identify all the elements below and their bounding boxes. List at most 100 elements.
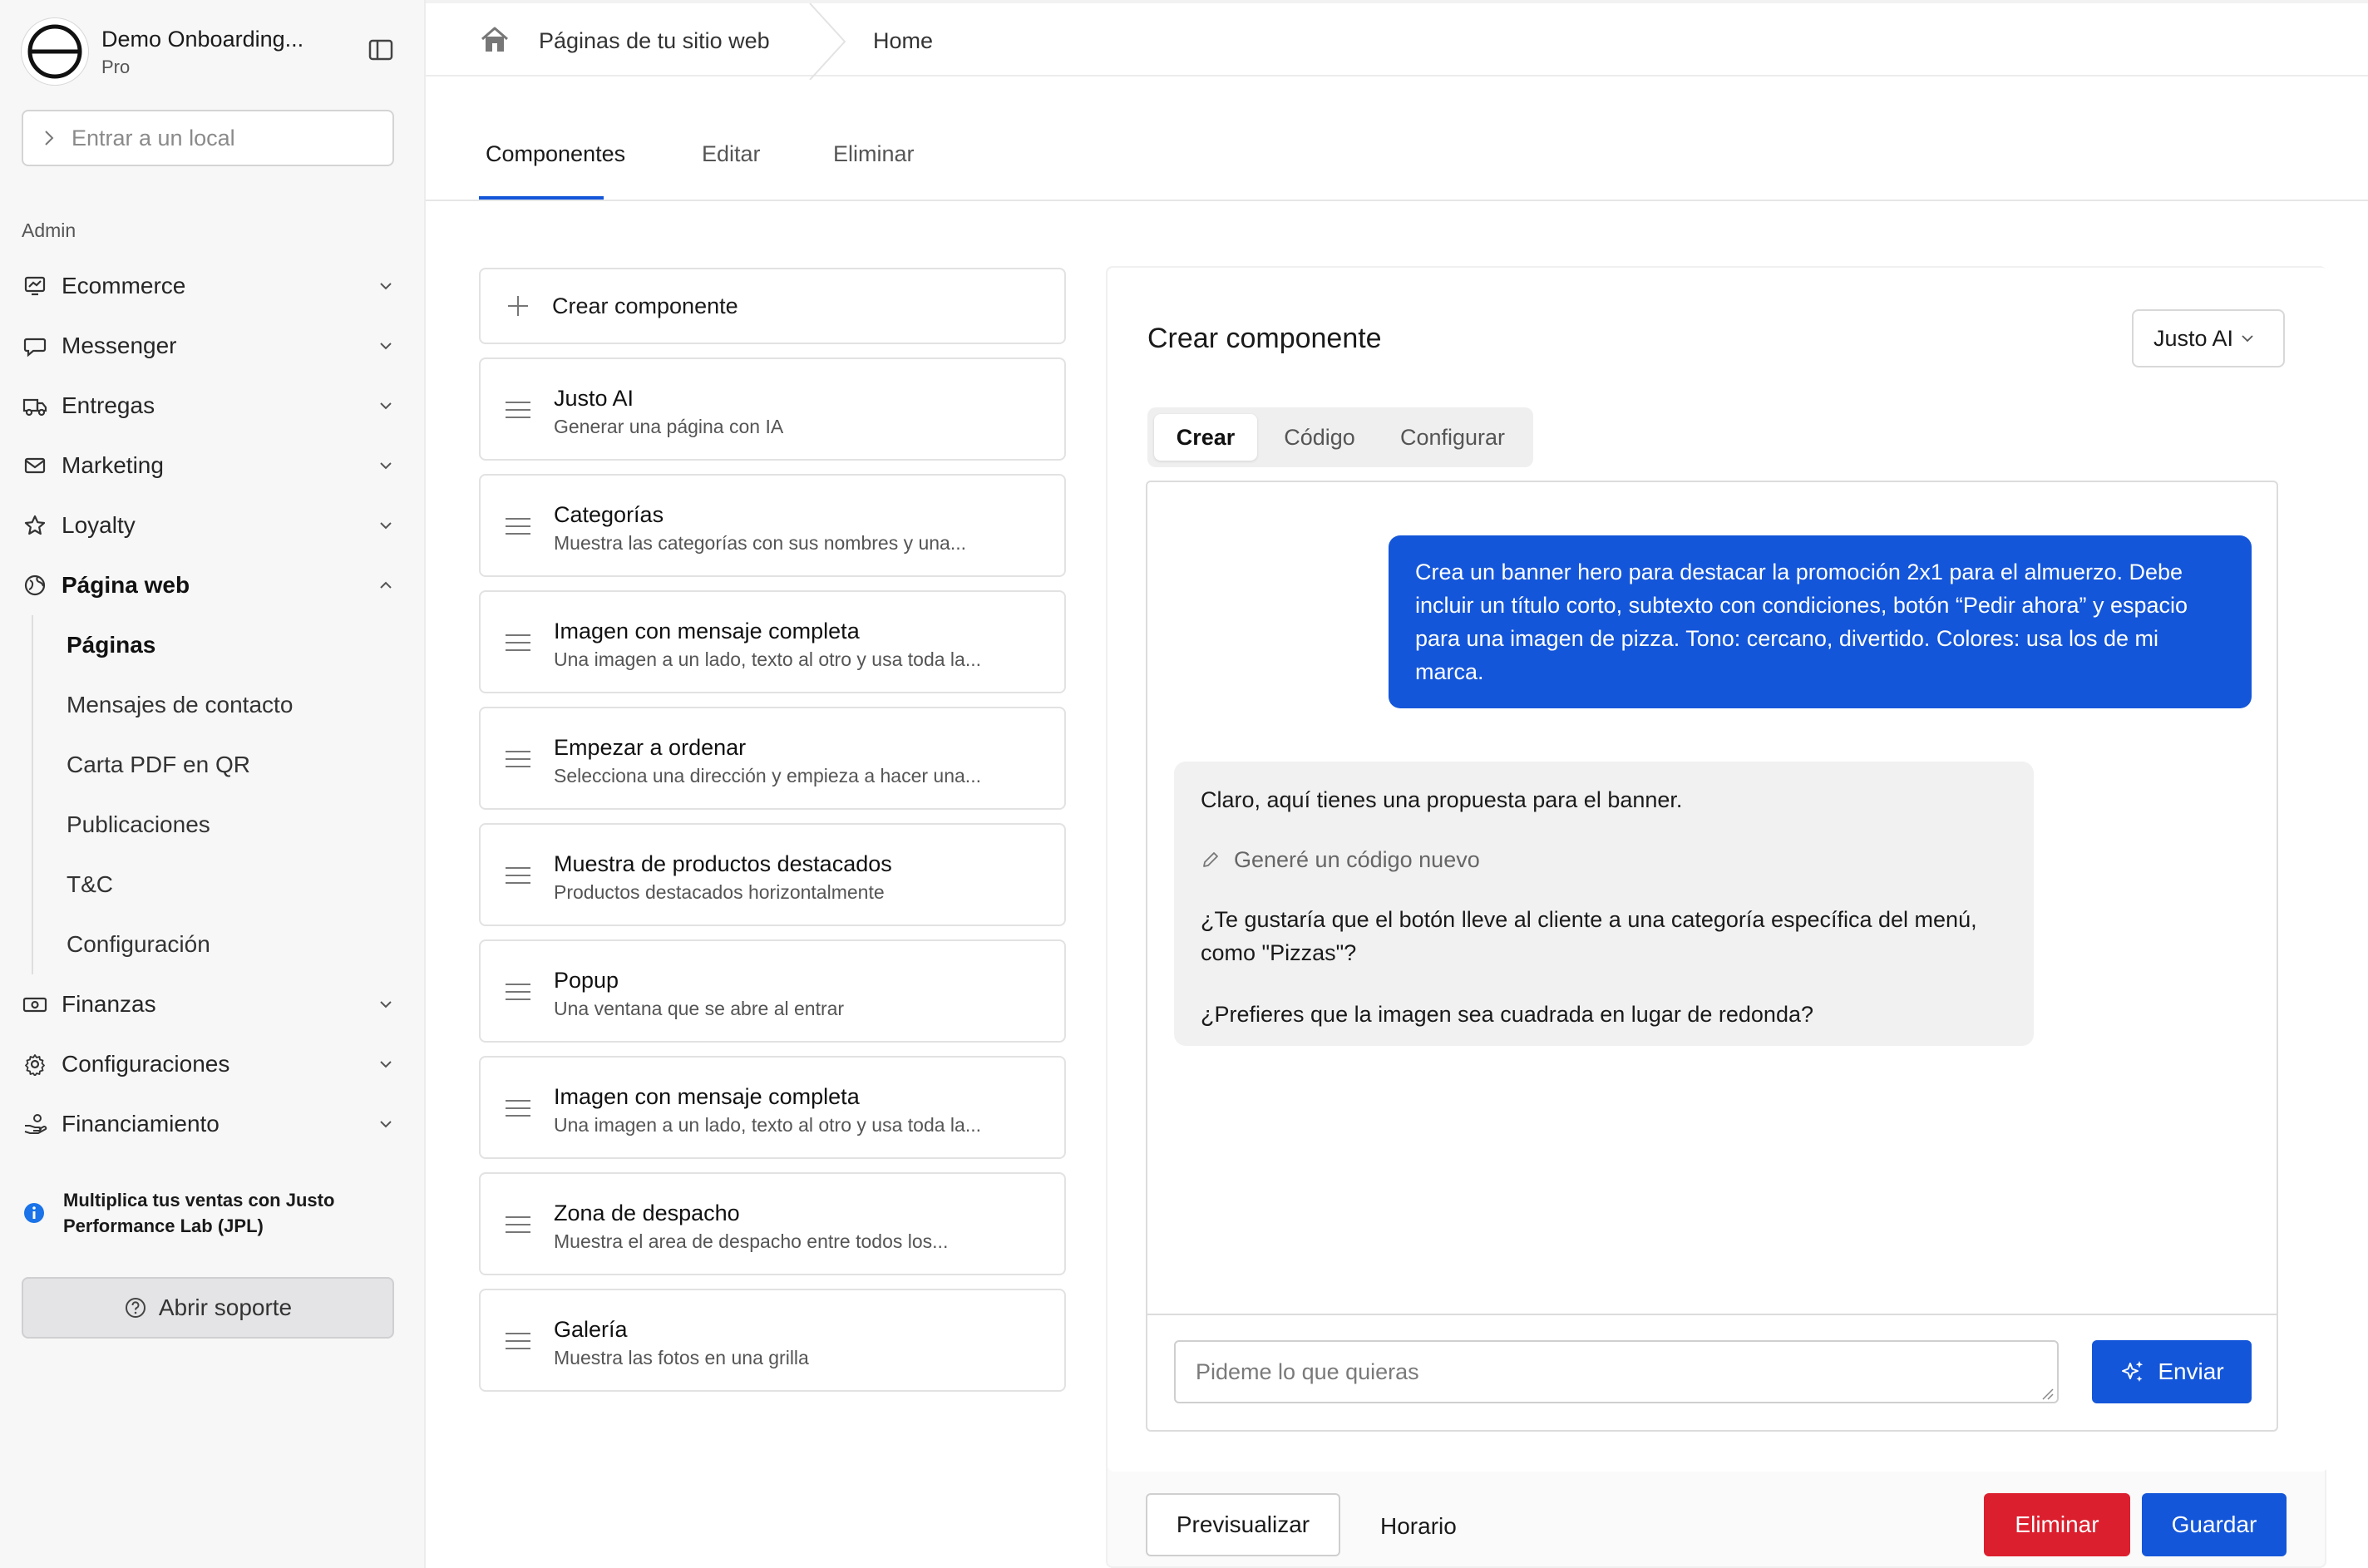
component-title: Muestra de productos destacados (554, 851, 892, 876)
generated-code-note[interactable]: Generé un código nuevo (1201, 843, 2007, 876)
tab-configurar[interactable]: Configurar (1382, 414, 1523, 461)
component-title: Popup (554, 968, 619, 993)
subnav-item-carta-pdf-en-qr[interactable]: Carta PDF en QR (45, 735, 396, 795)
plus-icon (508, 296, 528, 316)
chat-area: Crea un banner hero para destacar la pro… (1146, 481, 2278, 1432)
create-component-panel: Crear componente Justo AI Crear Código C… (1106, 266, 2328, 1568)
enter-local-placeholder: Entrar a un local (72, 125, 235, 150)
component-title: Imagen con mensaje completa (554, 1084, 860, 1109)
sidebar-item-marketing[interactable]: Marketing (22, 436, 396, 496)
brand-plan: Pro (101, 57, 131, 77)
info-icon (24, 1203, 44, 1223)
promo-banner[interactable]: Multiplica tus ventas con Justo Performa… (22, 1187, 387, 1239)
drag-handle-icon[interactable] (506, 634, 530, 652)
drag-handle-icon[interactable] (506, 401, 530, 419)
subnav-item-mensajes-de-contacto[interactable]: Mensajes de contacto (45, 675, 396, 735)
sidebar-item-messenger[interactable]: Messenger (22, 316, 396, 376)
drag-handle-icon[interactable] (506, 517, 530, 535)
help-circle-icon (125, 1298, 146, 1318)
chat-icon (22, 333, 48, 359)
drag-handle-icon[interactable] (506, 866, 530, 885)
sidebar-toggle-icon[interactable] (366, 35, 396, 65)
component-card[interactable]: Popup Una ventana que se abre al entrar (479, 939, 1066, 1043)
delete-button[interactable]: Eliminar (1984, 1493, 2130, 1556)
create-component-button[interactable]: Crear componente (479, 268, 1066, 344)
component-card[interactable]: Imagen con mensaje completa Una imagen a… (479, 590, 1066, 693)
assistant-message: Claro, aquí tienes una propuesta para el… (1174, 762, 2034, 1046)
sidebar-item-label: Messenger (62, 333, 177, 358)
breadcrumb-item-home[interactable]: Home (873, 28, 933, 54)
open-support-button[interactable]: Abrir soporte (22, 1277, 394, 1339)
tab-eliminar[interactable]: Eliminar (833, 141, 915, 167)
subnav-item-tyc[interactable]: T&C (45, 855, 396, 915)
chevron-down-icon (380, 1061, 392, 1068)
enter-local-input[interactable]: Entrar a un local (22, 110, 394, 166)
component-card[interactable]: Galería Muestra las fotos en una grilla (479, 1289, 1066, 1392)
component-card[interactable]: Zona de despacho Muestra el area de desp… (479, 1172, 1066, 1275)
tab-editar[interactable]: Editar (702, 141, 761, 167)
sidebar-item-financiamiento[interactable]: Financiamiento (22, 1094, 396, 1154)
panel-title: Crear componente (1147, 323, 1382, 354)
tab-crear[interactable]: Crear (1154, 414, 1257, 461)
tab-codigo[interactable]: Código (1264, 414, 1375, 461)
drag-handle-icon[interactable] (506, 1332, 530, 1350)
component-card[interactable]: Muestra de productos destacados Producto… (479, 823, 1066, 926)
ai-provider-select[interactable]: Justo AI (2132, 309, 2285, 367)
chevron-down-icon (380, 1121, 392, 1128)
chevron-down-icon (380, 1001, 392, 1008)
component-description: Una imagen a un lado, texto al otro y us… (554, 648, 981, 670)
drag-handle-icon[interactable] (506, 1215, 530, 1234)
component-card[interactable]: Empezar a ordenar Selecciona una direcci… (479, 707, 1066, 810)
save-button[interactable]: Guardar (2142, 1493, 2287, 1556)
sidebar-item-pagina-web[interactable]: Página web (22, 555, 396, 615)
create-component-label: Crear componente (552, 293, 738, 318)
ai-provider-value: Justo AI (2153, 325, 2234, 351)
component-title: Galería (554, 1317, 628, 1342)
component-card[interactable]: Justo AI Generar una página con IA (479, 357, 1066, 461)
drag-handle-icon[interactable] (506, 750, 530, 768)
drag-handle-icon[interactable] (506, 983, 530, 1001)
component-list: Crear componente Justo AI Generar una pá… (479, 268, 1066, 1392)
prompt-input[interactable] (1174, 1340, 2059, 1403)
sidebar-item-label: Marketing (62, 452, 164, 478)
chevron-right-icon (45, 131, 54, 145)
subnav-item-configuracion[interactable]: Configuración (45, 915, 396, 974)
sidebar-item-loyalty[interactable]: Loyalty (22, 496, 396, 555)
panel-body: Crear componente Justo AI Crear Código C… (1108, 268, 2328, 1472)
sidebar-item-finanzas[interactable]: Finanzas (22, 974, 396, 1034)
component-title: Empezar a ordenar (554, 735, 747, 760)
component-card[interactable]: Categorías Muestra las categorías con su… (479, 474, 1066, 577)
sidebar-item-configuraciones[interactable]: Configuraciones (22, 1034, 396, 1094)
tab-componentes[interactable]: Componentes (486, 141, 625, 167)
resize-handle-icon[interactable] (2040, 1387, 2054, 1400)
star-icon (22, 512, 48, 539)
component-description: Muestra el area de despacho entre todos … (554, 1230, 949, 1252)
component-description: Muestra las categorías con sus nombres y… (554, 532, 967, 554)
subnav-item-paginas[interactable]: Páginas (45, 615, 396, 675)
preview-button[interactable]: Previsualizar (1146, 1493, 1340, 1556)
component-description: Productos destacados horizontalmente (554, 881, 885, 903)
breadcrumb-separator (809, 3, 846, 80)
breadcrumb-item-paginas[interactable]: Páginas de tu sitio web (539, 28, 770, 54)
sidebar-item-label: Entregas (62, 392, 155, 418)
component-description: Una ventana que se abre al entrar (554, 998, 845, 1019)
chevron-down-icon (380, 343, 392, 350)
component-title: Categorías (554, 502, 664, 527)
drag-handle-icon[interactable] (506, 1099, 530, 1117)
home-icon[interactable] (479, 25, 511, 55)
breadcrumb: Páginas de tu sitio web Home (426, 0, 2368, 80)
generated-code-label: Generé un código nuevo (1234, 847, 1480, 872)
schedule-button[interactable]: Horario (1380, 1513, 1457, 1540)
money-icon (22, 991, 48, 1018)
sidebar-item-label: Loyalty (62, 512, 136, 538)
assistant-question-1: ¿Te gustaría que el botón lleve al clien… (1201, 907, 1977, 965)
sidebar-item-label: Finanzas (62, 991, 156, 1017)
brand[interactable]: Demo Onboarding... Pro (22, 18, 303, 85)
hand-coins-icon (22, 1111, 48, 1137)
send-label: Enviar (2158, 1358, 2224, 1384)
subnav-item-publicaciones[interactable]: Publicaciones (45, 795, 396, 855)
component-card[interactable]: Imagen con mensaje completa Una imagen a… (479, 1056, 1066, 1159)
sidebar-item-ecommerce[interactable]: Ecommerce (22, 256, 396, 316)
send-button[interactable]: Enviar (2092, 1340, 2252, 1403)
sidebar-item-entregas[interactable]: Entregas (22, 376, 396, 436)
